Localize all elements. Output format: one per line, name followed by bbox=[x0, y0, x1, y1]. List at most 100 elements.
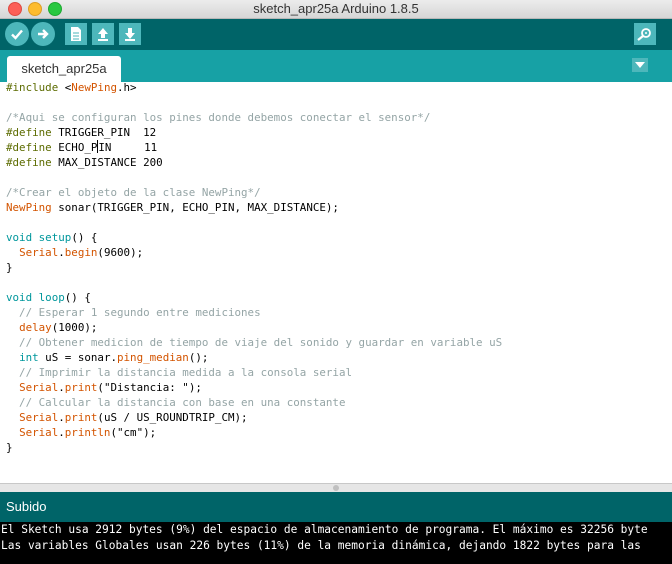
code-token: #define bbox=[6, 126, 52, 139]
code-line: } bbox=[6, 260, 502, 275]
code-line: Serial.print("Distancia: "); bbox=[6, 380, 502, 395]
code-token: uS = sonar. bbox=[38, 351, 117, 364]
code-token: () { bbox=[64, 291, 91, 304]
tab-sketch[interactable]: sketch_apr25a bbox=[7, 56, 121, 82]
code-token: delay bbox=[19, 321, 52, 334]
code-line: /*Aqui se configuran los pines donde deb… bbox=[6, 110, 502, 125]
code-token: (uS / US_ROUNDTRIP_CM); bbox=[97, 411, 248, 424]
code-token: Serial bbox=[19, 381, 59, 394]
code-line: void loop() { bbox=[6, 290, 502, 305]
code-token: // Calcular la distancia con base en una… bbox=[6, 396, 346, 409]
toolbar bbox=[0, 19, 672, 50]
save-sketch-button[interactable] bbox=[119, 23, 141, 45]
code-token: NewPing bbox=[71, 81, 117, 94]
new-sketch-button[interactable] bbox=[65, 23, 87, 45]
code-token: < bbox=[58, 81, 72, 94]
code-token: // Imprimir la distancia medida a la con… bbox=[6, 366, 353, 379]
splitter-grip-icon[interactable] bbox=[333, 485, 339, 491]
code-line: // Obtener medicion de tiempo de viaje d… bbox=[6, 335, 502, 350]
window-title: sketch_apr25a Arduino 1.8.5 bbox=[253, 1, 419, 16]
code-token: #include bbox=[6, 81, 59, 94]
code-token: IN 11 bbox=[98, 141, 158, 154]
code-token: ("cm"); bbox=[110, 426, 157, 439]
code-token: (1000); bbox=[51, 321, 98, 334]
code-line: #define TRIGGER_PIN 12 bbox=[6, 125, 502, 140]
code-token: print bbox=[64, 411, 98, 424]
code-line: NewPing sonar(TRIGGER_PIN, ECHO_PIN, MAX… bbox=[6, 200, 502, 215]
arrow-right-icon bbox=[38, 29, 49, 39]
serial-monitor-button[interactable] bbox=[634, 23, 656, 45]
code-line: #include <NewPing.h> bbox=[6, 80, 502, 95]
code-token: ECHO_P bbox=[51, 141, 98, 154]
code-line: // Imprimir la distancia medida a la con… bbox=[6, 365, 502, 380]
code-token: NewPing bbox=[6, 201, 52, 214]
open-sketch-button[interactable] bbox=[92, 23, 114, 45]
output-console: El Sketch usa 2912 bytes (9%) del espaci… bbox=[0, 522, 672, 564]
code-token: print bbox=[64, 381, 98, 394]
code-line: // Esperar 1 segundo entre mediciones bbox=[6, 305, 502, 320]
code-token: loop bbox=[38, 291, 65, 304]
code-line: void setup() { bbox=[6, 230, 502, 245]
code-token: () { bbox=[71, 231, 98, 244]
tab-menu-button[interactable] bbox=[632, 58, 648, 72]
code-content[interactable]: #include <NewPing.h> /*Aqui se configura… bbox=[6, 80, 502, 455]
code-token: void bbox=[6, 231, 33, 244]
code-token: sonar(TRIGGER_PIN, ECHO_PIN, MAX_DISTANC… bbox=[51, 201, 339, 214]
code-line: #define ECHO_PIN 11 bbox=[6, 140, 502, 155]
code-token: TRIGGER_PIN 12 bbox=[51, 126, 157, 139]
code-token: ("Distancia: "); bbox=[97, 381, 202, 394]
upload-button[interactable] bbox=[31, 22, 55, 46]
code-token: begin bbox=[64, 246, 98, 259]
code-token: /*Crear el objeto de la clase NewPing*/ bbox=[6, 186, 261, 199]
code-token: int bbox=[19, 351, 39, 364]
status-bar: Subido bbox=[0, 492, 672, 522]
title-bar: sketch_apr25a Arduino 1.8.5 bbox=[0, 0, 672, 19]
code-line: /*Crear el objeto de la clase NewPing*/ bbox=[6, 185, 502, 200]
arrow-up-icon bbox=[98, 28, 108, 41]
code-token: setup bbox=[38, 231, 72, 244]
code-line: Serial.print(uS / US_ROUNDTRIP_CM); bbox=[6, 410, 502, 425]
code-token: void bbox=[6, 291, 33, 304]
code-token: #define bbox=[6, 141, 52, 154]
code-line: } bbox=[6, 440, 502, 455]
tab-bar: sketch_apr25a bbox=[0, 50, 672, 82]
code-line: #define MAX_DISTANCE 200 bbox=[6, 155, 502, 170]
serial-monitor-icon bbox=[637, 28, 651, 41]
code-line: int uS = sonar.ping_median(); bbox=[6, 350, 502, 365]
code-token: } bbox=[6, 441, 13, 454]
triangle-down-icon bbox=[635, 62, 645, 68]
code-token: .h> bbox=[117, 81, 137, 94]
code-token: Serial bbox=[19, 426, 59, 439]
code-line: Serial.begin(9600); bbox=[6, 245, 502, 260]
console-line: El Sketch usa 2912 bytes (9%) del espaci… bbox=[1, 523, 648, 536]
verify-button[interactable] bbox=[5, 22, 29, 46]
code-line: // Calcular la distancia con base en una… bbox=[6, 395, 502, 410]
code-editor[interactable]: #include <NewPing.h> /*Aqui se configura… bbox=[0, 80, 672, 483]
arrow-down-icon bbox=[125, 28, 135, 41]
code-token: Serial bbox=[19, 246, 59, 259]
code-token: ping_median bbox=[117, 351, 189, 364]
new-file-icon bbox=[71, 27, 81, 41]
code-token: println bbox=[64, 426, 111, 439]
code-token: #define bbox=[6, 156, 52, 169]
code-token: (); bbox=[188, 351, 209, 364]
code-token: (9600); bbox=[97, 246, 144, 259]
code-line: Serial.println("cm"); bbox=[6, 425, 502, 440]
code-token: MAX_DISTANCE 200 bbox=[51, 156, 163, 169]
code-token: /*Aqui se configuran los pines donde deb… bbox=[6, 111, 431, 124]
code-token: // Obtener medicion de tiempo de viaje d… bbox=[6, 336, 503, 349]
code-token: // Esperar 1 segundo entre mediciones bbox=[6, 306, 261, 319]
code-token: Serial bbox=[19, 411, 59, 424]
console-line: Las variables Globales usan 226 bytes (1… bbox=[1, 539, 641, 552]
check-icon bbox=[11, 29, 23, 40]
